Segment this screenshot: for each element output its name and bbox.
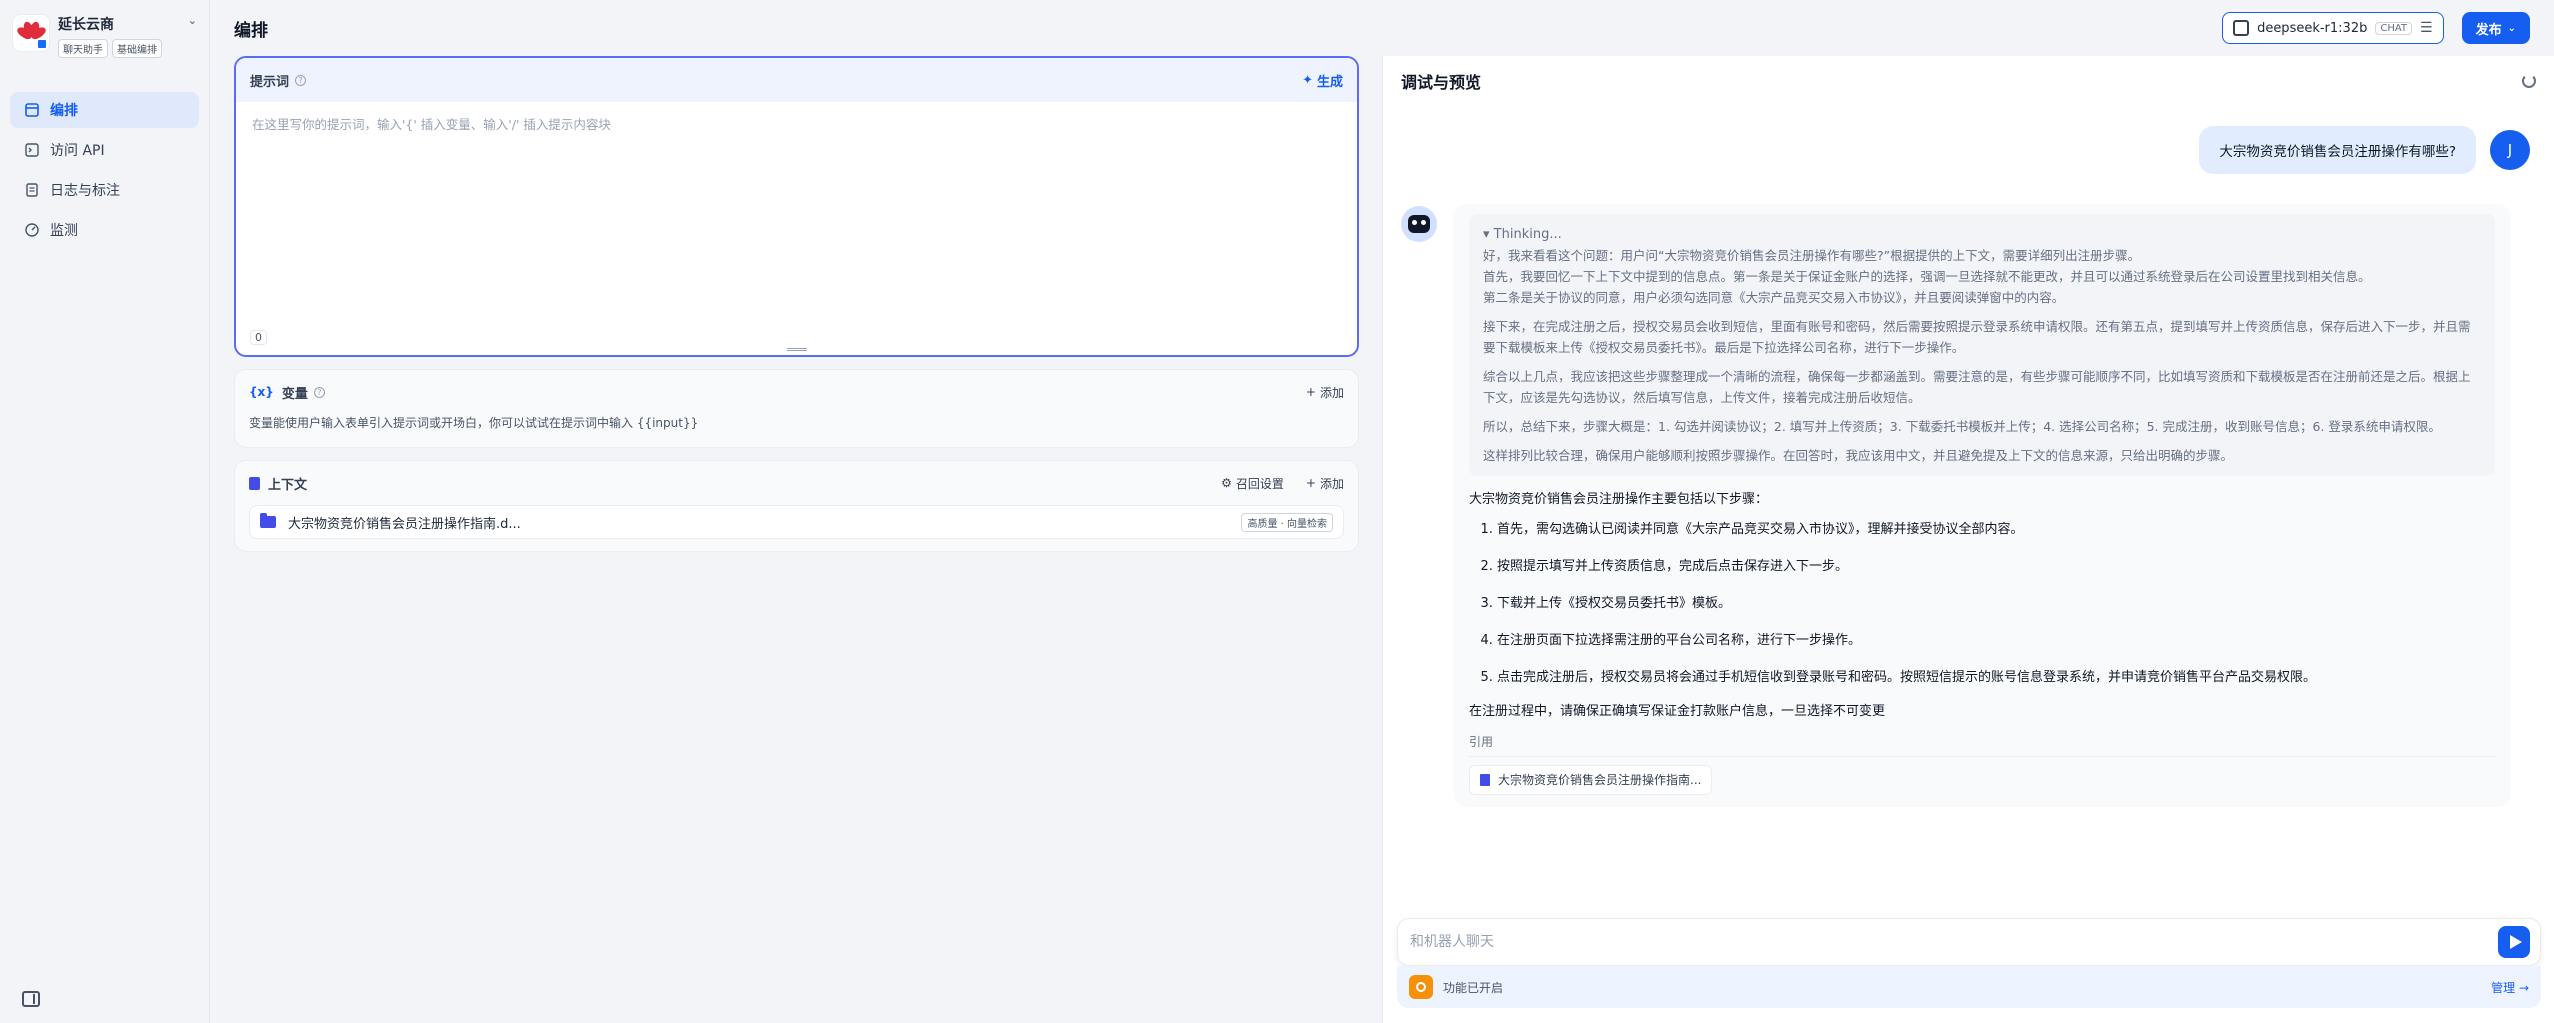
prompt-char-count: 0 (250, 330, 267, 345)
answer-step: 首先，需勾选确认已阅读并同意《大宗产品竞买交易入市协议》，理解并接受协议全部内容… (1497, 520, 2495, 540)
app-tag-type: 聊天助手 (58, 39, 108, 58)
top-bar: 编排 deepseek-r1:32b CHAT ☰ 发布 ⌄ (210, 0, 2554, 56)
model-mode-badge: CHAT (2375, 21, 2413, 35)
variables-title: 变量 (281, 386, 308, 402)
context-title: 上下文 (268, 477, 308, 493)
page-title: 编排 (234, 20, 268, 41)
publish-label: 发布 (2475, 22, 2502, 38)
variables-card: {x} 变量 ? + 添加 变量能使用户输入表单引入提示词或开场白，你可以试试在提… (234, 369, 1359, 448)
sidebar: 延长云商 ⌄ 聊天助手 基础编排 编排 访问 API 日志与标注 监测 (0, 0, 210, 1023)
dashboard-icon (24, 222, 40, 238)
app-logo (12, 14, 50, 52)
generate-button[interactable]: ✦ 生成 (1302, 71, 1343, 90)
citation-name: 大宗物资竞价销售会员注册操作指南... (1498, 773, 1702, 787)
answer-note: 在注册过程中，请确保正确填写保证金打款账户信息，一旦选择不可变更 (1469, 704, 1886, 719)
context-card: 上下文 ⚙ 召回设置 + 添加 大宗物资竞价销售会员注册操作指南.d... 高质量 … (234, 460, 1359, 552)
bot-avatar (1401, 206, 1437, 242)
context-item-name: 大宗物资竞价销售会员注册操作指南.d... (288, 516, 521, 532)
file-text-icon (24, 182, 40, 198)
preview-title: 调试与预览 (1401, 73, 1482, 92)
citation-item[interactable]: 大宗物资竞价销售会员注册操作指南... (1469, 765, 1713, 795)
sidebar-item-label: 日志与标注 (50, 183, 120, 199)
sidebar-item-api[interactable]: 访问 API (10, 132, 199, 168)
sidebar-item-label: 访问 API (50, 143, 105, 159)
recall-settings-button[interactable]: ⚙ 召回设置 (1221, 475, 1284, 492)
model-name: deepseek-r1:32b (2257, 20, 2368, 36)
terminal-icon (24, 142, 40, 158)
generate-label: 生成 (1316, 74, 1343, 90)
chat-input-box (1397, 918, 2541, 966)
add-context-button[interactable]: + 添加 (1306, 475, 1344, 492)
sidebar-item-logs[interactable]: 日志与标注 (10, 172, 199, 208)
answer-step: 下载并上传《授权交易员委托书》模板。 (1497, 594, 2495, 614)
user-message-row: 大宗物资竞价销售会员注册操作有哪些? J (2199, 126, 2530, 174)
feature-icon (1409, 975, 1433, 999)
bot-face-icon (1408, 215, 1430, 233)
context-item[interactable]: 大宗物资竞价销售会员注册操作指南.d... 高质量 · 向量检索 (249, 505, 1344, 539)
chat-input[interactable] (1410, 934, 2498, 950)
thinking-paragraph: 好，我来看看这个问题：用户问“大宗物资竞价销售会员注册操作有哪些?”根据提供的上… (1483, 248, 2371, 305)
app-name: 延长云商 (58, 17, 114, 33)
folder-icon (260, 513, 276, 528)
variable-icon: {x} (249, 385, 274, 399)
recall-label: 召回设置 (1235, 476, 1284, 491)
thinking-block[interactable]: ▾ Thinking... 好，我来看看这个问题：用户问“大宗物资竞价销售会员注… (1469, 214, 2495, 476)
answer-intro: 大宗物资竞价销售会员注册操作主要包括以下步骤： (1469, 492, 1769, 507)
sidebar-collapse-icon[interactable] (22, 991, 40, 1007)
feature-status: 功能已开启 (1443, 980, 1504, 995)
model-selector-button[interactable]: deepseek-r1:32b CHAT ☰ (2222, 12, 2444, 44)
sidebar-nav: 编排 访问 API 日志与标注 监测 (0, 70, 209, 248)
add-label: 添加 (1319, 385, 1344, 400)
answer-step: 在注册页面下拉选择需注册的平台公司名称，进行下一步操作。 (1497, 631, 2495, 651)
settings-sliders-icon[interactable]: ☰ (2420, 20, 2433, 36)
prompt-title: 提示词 (250, 74, 290, 90)
debug-preview-panel: 调试与预览 大宗物资竞价销售会员注册操作有哪些? J ▾ Thinking...… (1382, 56, 2554, 1023)
thinking-paragraph: 这样排列比较合理，确保用户能够顺利按照步骤操作。在回答时，我应该用中文，并且避免… (1483, 448, 2234, 463)
prompt-placeholder: 在这里写你的提示词，输入'{' 插入变量、输入'/' 插入提示内容块 (252, 117, 611, 132)
publish-button[interactable]: 发布 ⌄ (2461, 12, 2530, 44)
user-message: 大宗物资竞价销售会员注册操作有哪些? (2199, 126, 2476, 174)
document-icon (249, 476, 260, 490)
variables-description: 变量能使用户输入表单引入提示词或开场白，你可以试试在提示词中输入 {{input… (249, 416, 699, 430)
citation-label: 引用 (1469, 732, 2495, 757)
answer-step: 点击完成注册后，授权交易员将会通过手机短信收到登录账号和密码。按照短信提示的账号… (1497, 668, 2495, 688)
send-icon (2509, 935, 2522, 949)
answer-block: 大宗物资竞价销售会员注册操作主要包括以下步骤： 首先，需勾选确认已阅读并同意《大… (1469, 476, 2495, 795)
plus-icon: + (1305, 385, 1316, 399)
user-avatar: J (2490, 130, 2530, 170)
model-icon (2233, 20, 2250, 36)
refresh-icon[interactable] (2522, 74, 2536, 88)
help-icon[interactable]: ? (295, 74, 307, 86)
orchestration-panel: 提示词 ? ✦ 生成 在这里写你的提示词，输入'{' 插入变量、输入'/' 插入提… (234, 56, 1359, 552)
thinking-paragraph: 所以，总结下来，步骤大概是：1. 勾选并阅读协议；2. 填写并上传资质；3. 下… (1483, 419, 2441, 434)
feature-bar: 功能已开启 管理 → (1397, 966, 2541, 1008)
thinking-paragraph: 接下来，在完成注册之后，授权交易员会收到短信，里面有账号和密码，然后需要按照提示… (1483, 319, 2471, 355)
send-button[interactable] (2498, 926, 2530, 958)
thinking-paragraph: 综合以上几点，我应该把这些步骤整理成一个清晰的流程，确保每一步都涵盖到。需要注意… (1483, 369, 2471, 405)
chevron-down-icon[interactable]: ⌄ (188, 14, 197, 34)
sidebar-item-label: 监测 (50, 223, 78, 239)
manage-link[interactable]: 管理 → (2491, 979, 2529, 996)
layout-icon (24, 102, 40, 118)
bot-message: ▾ Thinking... 好，我来看看这个问题：用户问“大宗物资竞价销售会员注… (1453, 204, 2511, 807)
document-icon (1480, 774, 1490, 786)
settings-icon: ⚙ (1221, 476, 1232, 490)
sidebar-item-label: 编排 (50, 103, 78, 119)
sidebar-item-monitor[interactable]: 监测 (10, 212, 199, 248)
app-header[interactable]: 延长云商 ⌄ 聊天助手 基础编排 (0, 0, 209, 70)
plus-icon: + (1305, 476, 1316, 490)
help-icon[interactable]: ? (313, 386, 325, 398)
sparkle-icon: ✦ (1302, 72, 1313, 88)
answer-step: 按照提示填写并上传资质信息，完成后点击保存进入下一步。 (1497, 557, 2495, 577)
thinking-toggle[interactable]: ▾ Thinking... (1483, 224, 2481, 245)
resize-handle[interactable] (786, 348, 807, 351)
app-tag-mode: 基础编排 (112, 39, 162, 58)
context-item-tag: 高质量 · 向量检索 (1241, 512, 1333, 532)
add-label: 添加 (1319, 476, 1344, 491)
chevron-down-icon: ⌄ (2507, 22, 2516, 34)
prompt-editor[interactable]: 提示词 ? ✦ 生成 在这里写你的提示词，输入'{' 插入变量、输入'/' 插入提… (234, 56, 1359, 357)
sidebar-item-orchestrate[interactable]: 编排 (10, 92, 199, 128)
add-variable-button[interactable]: + 添加 (1306, 384, 1344, 401)
